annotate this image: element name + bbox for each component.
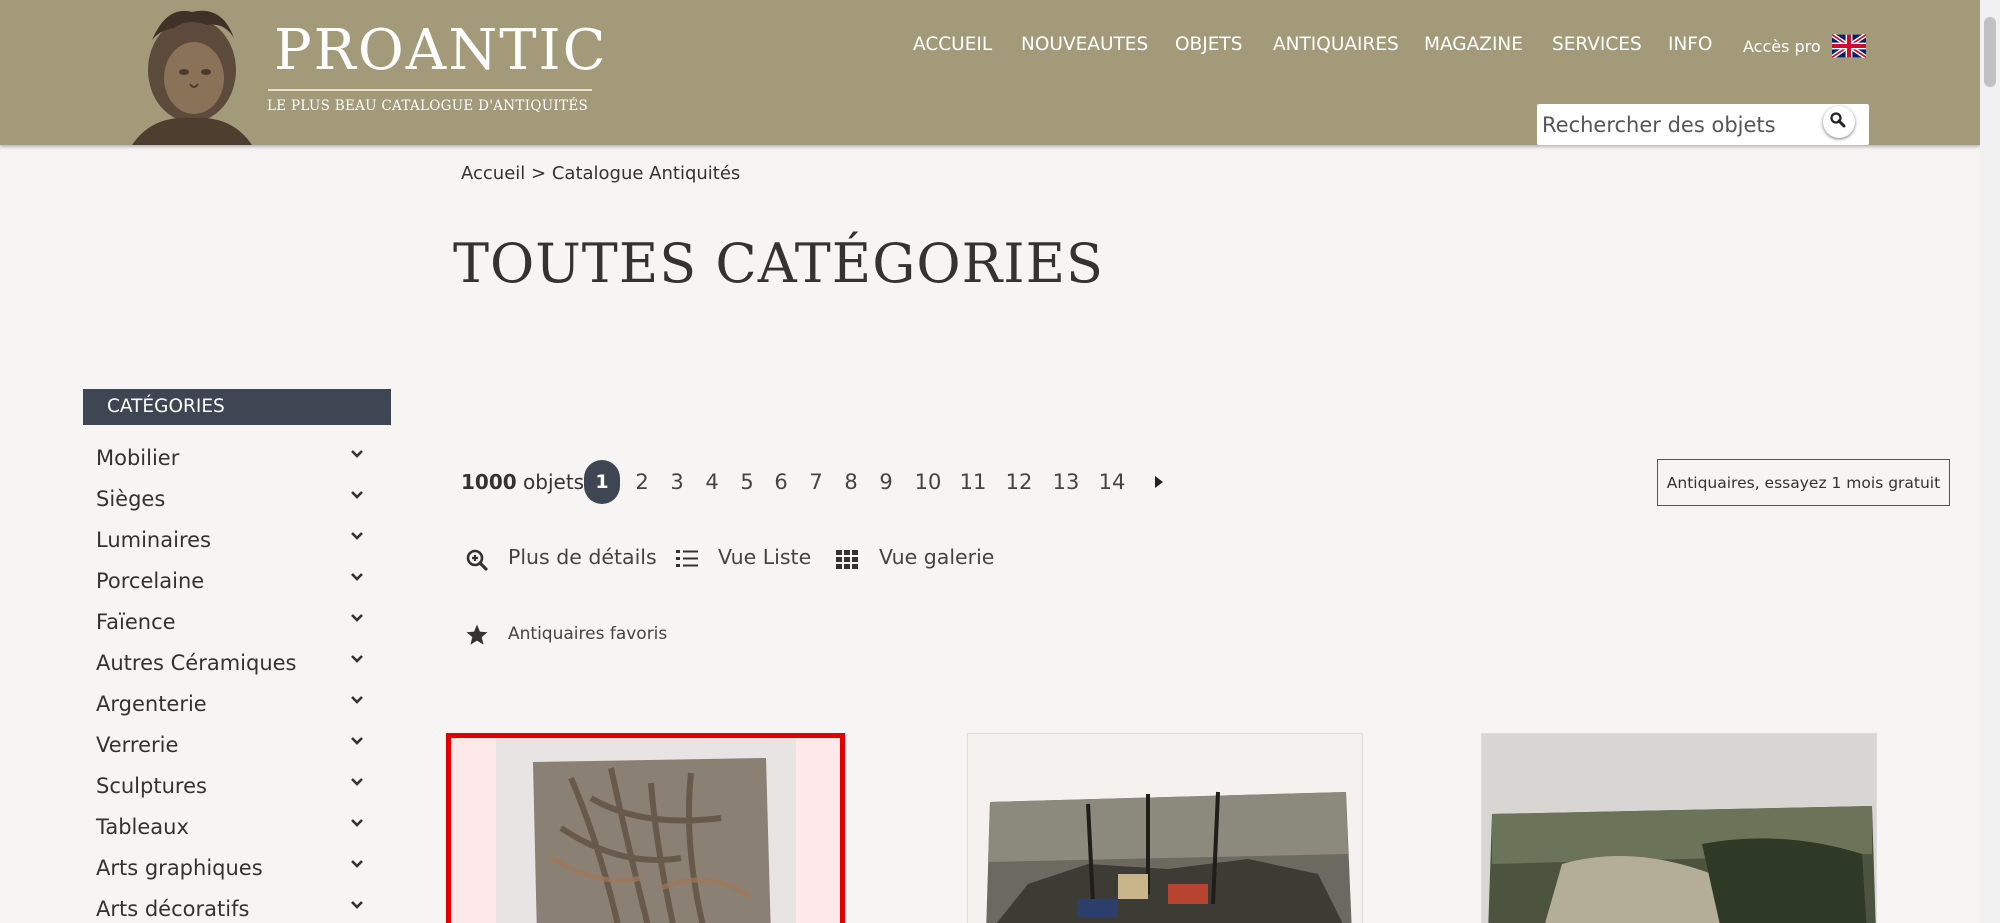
page-link-14[interactable]: 14 [1097,460,1127,504]
page-link-6[interactable]: 6 [773,460,789,504]
categories-header: CATÉGORIES [83,389,391,425]
list-view-icon[interactable] [675,547,699,571]
search-box [1537,104,1869,145]
category-item-verrerie[interactable]: Verrerie [83,728,373,769]
results-count: 1000 objets [461,470,584,494]
page-link-12[interactable]: 12 [1004,460,1034,504]
nav-antiquaires[interactable]: ANTIQUAIRES [1273,34,1399,55]
chevron-down-icon[interactable] [349,815,365,831]
list-view-option[interactable]: Vue Liste [718,545,811,569]
page-link-10[interactable]: 10 [913,460,943,504]
nav-services[interactable]: SERVICES [1552,34,1642,55]
category-item-mobilier[interactable]: Mobilier [83,441,373,482]
site-header: PROANTIC LE PLUS BEAU CATALOGUE D'ANTIQU… [0,0,1980,145]
category-label: Verrerie [96,733,179,757]
chevron-down-icon[interactable] [349,774,365,790]
category-label: Sièges [96,487,166,511]
nav-accueil[interactable]: ACCUEIL [913,34,992,55]
page-title: TOUTES CATÉGORIES [453,232,1104,295]
chevron-down-icon[interactable] [349,528,365,544]
chevron-down-icon[interactable] [349,610,365,626]
favorite-dealers-link[interactable]: Antiquaires favoris [508,624,667,644]
category-item-tableaux[interactable]: Tableaux [83,810,373,851]
pro-access-link[interactable]: Accès pro [1743,37,1821,56]
category-label: Luminaires [96,528,211,552]
chevron-down-icon[interactable] [349,487,365,503]
chevron-down-icon[interactable] [349,651,365,667]
star-icon[interactable] [465,623,489,647]
search-button[interactable] [1823,106,1855,138]
category-item-arts-decoratifs[interactable]: Arts décoratifs [83,892,373,923]
breadcrumb-separator: > [531,163,547,184]
category-label: Autres Céramiques [96,651,297,675]
category-label: Mobilier [96,446,180,470]
cliff-landscape-painting-thumbnail[interactable] [1482,734,1877,923]
product-card[interactable] [446,733,845,923]
category-label: Faïence [96,610,176,634]
breadcrumb-home[interactable]: Accueil [461,163,525,184]
page-link-2[interactable]: 2 [634,460,650,504]
cherub-logo-image[interactable] [112,0,262,145]
chevron-down-icon[interactable] [349,446,365,462]
brand-divider [268,89,592,91]
search-icon [1830,112,1846,128]
abstract-painting-thumbnail[interactable] [451,738,840,923]
category-item-porcelaine[interactable]: Porcelaine [83,564,373,605]
nav-info[interactable]: INFO [1668,34,1713,55]
chevron-down-icon[interactable] [349,569,365,585]
page-link-7[interactable]: 7 [808,460,824,504]
category-item-argenterie[interactable]: Argenterie [83,687,373,728]
category-label: Sculptures [96,774,207,798]
category-item-arts-graphiques[interactable]: Arts graphiques [83,851,373,892]
page-link-3[interactable]: 3 [669,460,685,504]
breadcrumb-current: Catalogue Antiquités [551,163,741,184]
nav-magazine[interactable]: MAGAZINE [1424,34,1523,55]
next-page-icon[interactable] [1153,473,1165,491]
breadcrumb: Accueil > Catalogue Antiquités [461,163,740,184]
more-details-option[interactable]: Plus de détails [508,545,657,569]
nav-nouveautes[interactable]: NOUVEAUTES [1021,34,1148,55]
gallery-view-option[interactable]: Vue galerie [879,545,994,569]
harbor-painting-thumbnail[interactable] [968,734,1363,923]
brand-tagline: LE PLUS BEAU CATALOGUE D'ANTIQUITÉS [267,98,589,114]
chevron-down-icon[interactable] [349,897,365,913]
category-item-autres-ceramiques[interactable]: Autres Céramiques [83,646,373,687]
uk-flag-icon[interactable] [1832,34,1866,58]
gallery-view-icon[interactable] [835,547,859,571]
category-label: Arts décoratifs [96,897,250,921]
category-item-faience[interactable]: Faïence [83,605,373,646]
page-link-13[interactable]: 13 [1051,460,1081,504]
chevron-down-icon[interactable] [349,692,365,708]
zoom-in-icon[interactable] [465,548,489,572]
page-link-11[interactable]: 11 [958,460,988,504]
brand-name[interactable]: PROANTIC [274,18,608,83]
category-list: Mobilier Sièges Luminaires Porcelaine Fa… [83,441,373,923]
chevron-down-icon[interactable] [349,733,365,749]
category-item-sculptures[interactable]: Sculptures [83,769,373,810]
page-link-5[interactable]: 5 [739,460,755,504]
category-item-luminaires[interactable]: Luminaires [83,523,373,564]
category-label: Porcelaine [96,569,205,593]
category-label: Arts graphiques [96,856,263,880]
page-link-8[interactable]: 8 [843,460,859,504]
page-scrollbar[interactable] [1980,0,2000,923]
page-link-4[interactable]: 4 [704,460,720,504]
scrollbar-thumb[interactable] [1984,17,1996,87]
chevron-down-icon[interactable] [349,856,365,872]
product-card[interactable] [967,733,1363,923]
nav-objets[interactable]: OBJETS [1175,34,1242,55]
results-count-value: 1000 [461,470,517,494]
page-link-9[interactable]: 9 [878,460,894,504]
category-label: Tableaux [96,815,189,839]
product-card[interactable] [1481,733,1877,923]
search-input[interactable] [1542,108,1812,141]
category-item-sieges[interactable]: Sièges [83,482,373,523]
page-link-1[interactable]: 1 [584,460,620,504]
results-count-suffix: objets [523,470,585,494]
category-label: Argenterie [96,692,207,716]
free-trial-button[interactable]: Antiquaires, essayez 1 mois gratuit [1657,459,1950,506]
